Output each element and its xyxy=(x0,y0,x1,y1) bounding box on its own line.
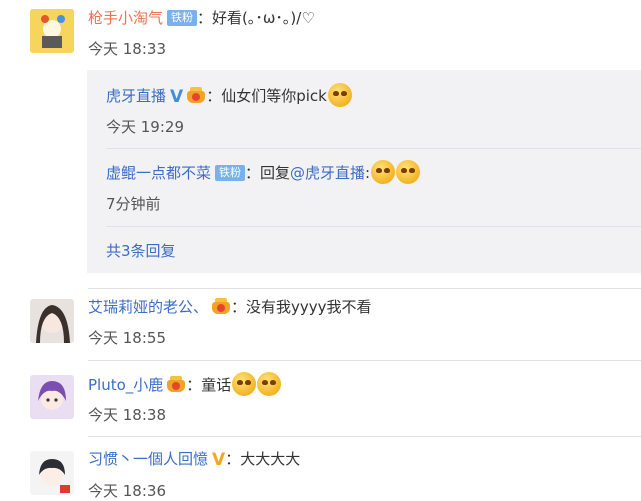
avatar[interactable] xyxy=(30,375,74,419)
divider xyxy=(88,360,641,361)
fan-badge: 铁粉 xyxy=(215,165,246,181)
commenter-name[interactable]: Pluto_小鹿 xyxy=(88,376,163,394)
comment-text: ：好看(｡･ω･｡)/♡ xyxy=(197,9,315,27)
reply-time: 今天 19:29 xyxy=(106,118,184,136)
comment-time: 今天 18:36 xyxy=(88,482,166,500)
comment-header: 枪手小淘气 铁粉 ：好看(｡･ω･｡)/♡ xyxy=(88,7,315,28)
divider xyxy=(88,288,641,289)
divider xyxy=(106,148,641,149)
reply-author-name[interactable]: 虚鲲一点都不菜 xyxy=(106,164,211,182)
verified-v-icon: V xyxy=(170,87,184,107)
divider xyxy=(106,226,641,227)
divider xyxy=(88,436,641,437)
reply-header: 虚鲲一点都不菜 铁粉 ：回复@虎牙直播: xyxy=(106,160,421,184)
reply-author-name[interactable]: 虎牙直播 xyxy=(106,87,166,105)
avatar-image xyxy=(30,299,74,343)
comment-text: ：大大大大 xyxy=(225,450,301,468)
reply-text-colon: : xyxy=(365,164,371,182)
grimace-emoji-icon xyxy=(232,372,257,396)
laughing-emoji-icon xyxy=(327,83,352,107)
comment-header: 艾瑞莉娅的老公、 ：没有我yyyy我不看 xyxy=(88,296,372,317)
heart-eyes-emoji-icon xyxy=(396,160,421,184)
avatar-image xyxy=(30,451,74,495)
crown-icon xyxy=(166,376,186,392)
verified-v-icon: V xyxy=(212,450,226,470)
avatar-image xyxy=(30,9,74,53)
heart-eyes-emoji-icon xyxy=(371,160,396,184)
comment-time: 今天 18:33 xyxy=(88,40,166,58)
crown-icon xyxy=(211,298,231,314)
fan-badge: 铁粉 xyxy=(167,10,198,26)
more-replies-link[interactable]: 共3条回复 xyxy=(106,240,176,261)
comment-text: ：童话 xyxy=(186,376,232,394)
crown-icon xyxy=(186,87,206,103)
avatar[interactable] xyxy=(30,9,74,53)
comment-time: 今天 18:55 xyxy=(88,329,166,347)
mention-link[interactable]: @虎牙直播 xyxy=(290,164,365,182)
commenter-name[interactable]: 习惯丶一個人回憶 xyxy=(88,450,208,468)
grimace-emoji-icon xyxy=(257,372,282,396)
comment-time: 今天 18:38 xyxy=(88,406,166,424)
reply-header: 虎牙直播 V ：仙女们等你pick xyxy=(106,83,352,107)
reply-text: ：回复 xyxy=(245,164,291,182)
commenter-name[interactable]: 枪手小淘气 xyxy=(88,9,163,27)
commenter-name[interactable]: 艾瑞莉娅的老公、 xyxy=(88,298,208,316)
comment-header: Pluto_小鹿 ：童话 xyxy=(88,372,282,396)
avatar[interactable] xyxy=(30,299,74,343)
comment-text: ：没有我yyyy我不看 xyxy=(231,298,372,316)
avatar[interactable] xyxy=(30,451,74,495)
avatar-image xyxy=(30,375,74,419)
reply-text: ：仙女们等你pick xyxy=(206,87,327,105)
comment-header: 习惯丶一個人回憶 V：大大大大 xyxy=(88,448,300,470)
reply-time: 7分钟前 xyxy=(106,195,161,213)
